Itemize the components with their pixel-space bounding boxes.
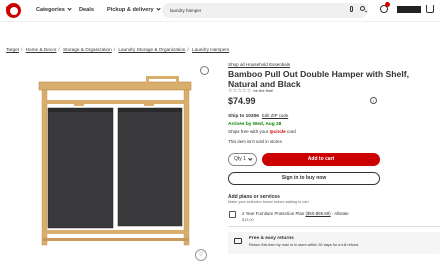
add-to-cart-button[interactable]: Add to cart [262, 153, 380, 166]
ship-to: Ship to 10306 Edit ZIP code [228, 113, 288, 119]
info-icon[interactable]: i [370, 97, 377, 104]
ships-free-text: Ships free with your ◎circle card [228, 129, 296, 135]
notification-badge [385, 2, 390, 7]
hamper-illustration [38, 76, 192, 246]
zoom-icon[interactable] [200, 66, 209, 75]
protection-plan-name[interactable]: 2 Year Furniture Protection Plan ($50-$9… [242, 211, 349, 216]
ship-to-label: Ship to 10306 [228, 114, 259, 119]
ships-free-prefix: Ships free with your [228, 129, 270, 134]
breadcrumb-laundry-hampers[interactable]: Laundry Hampers [192, 47, 229, 52]
search-icon[interactable] [360, 5, 365, 11]
returns-subtitle: Return this item by mail or in store wit… [249, 243, 360, 247]
edit-zip-link[interactable]: Edit ZIP code [262, 113, 288, 118]
breadcrumb-separator: / [21, 47, 23, 52]
plans-subtitle: Make your selection below before adding … [228, 200, 309, 204]
sign-in-to-buy-button[interactable]: Sign in to buy now [228, 172, 380, 185]
quantity-select[interactable]: Qty 1 [228, 153, 257, 166]
account-name-redacted[interactable] [397, 6, 421, 13]
top-header: Categories Deals Pickup & delivery laund… [0, 0, 440, 22]
ships-free-suffix: card [285, 129, 296, 134]
breadcrumb-target[interactable]: Target [6, 47, 19, 52]
plan-name-text: 2 Year Furniture Protection Plan [242, 211, 306, 216]
divider [228, 226, 440, 227]
cart-icon[interactable] [426, 5, 434, 13]
qty-label: Qty 1 [234, 156, 246, 162]
chevron-down-icon [248, 155, 252, 160]
breadcrumb-separator: / [58, 47, 60, 52]
search-value: laundry hamper [170, 7, 202, 13]
shop-all-link[interactable]: Shop all Household Essentials [228, 62, 290, 67]
circle-card-logo: ◎circle [269, 129, 286, 134]
breadcrumb: Target / Home & Decor / Storage & Organiza… [6, 47, 229, 52]
microphone-icon[interactable] [350, 6, 353, 12]
plan-vendor: - Allstate [330, 211, 349, 216]
product-title: Bamboo Pull Out Double Hamper with Shelf… [228, 69, 409, 89]
nav-deals-label: Deals [79, 7, 94, 13]
product-price: $74.99 [228, 96, 256, 106]
not-sold-in-stores: This item isn't sold in stores [228, 139, 282, 144]
reviews-link[interactable]: be the first! [253, 88, 273, 93]
search-input[interactable]: laundry hamper [162, 3, 368, 18]
protection-plan-checkbox[interactable] [229, 211, 236, 218]
breadcrumb-storage[interactable]: Storage & Organization [63, 47, 112, 52]
favorite-heart-icon[interactable]: ♡ [195, 249, 207, 261]
rating-stars-icon: ☆☆☆☆☆ [228, 88, 252, 94]
nav-categories[interactable]: Categories [36, 6, 72, 13]
returns-box-icon [234, 238, 242, 244]
product-image[interactable] [6, 60, 216, 263]
chevron-down-icon [67, 6, 72, 11]
arrival-date: Arrives by Wed, Aug 28 [228, 122, 282, 127]
nav-pickup-label: Pickup & delivery [107, 7, 154, 13]
nav-deals[interactable]: Deals [79, 7, 94, 13]
returns-title: Free & easy returns [249, 236, 294, 241]
plan-cost: $13.00 [242, 218, 254, 222]
chevron-down-icon [156, 6, 161, 11]
rating-row[interactable]: ☆☆☆☆☆ be the first! [228, 88, 273, 94]
breadcrumb-laundry-storage[interactable]: Laundry Storage & Organization [118, 47, 185, 52]
nav-pickup-delivery[interactable]: Pickup & delivery [107, 6, 161, 13]
plan-price-range[interactable]: ($50-$99.99) [305, 211, 330, 216]
breadcrumb-home-decor[interactable]: Home & Decor [26, 47, 57, 52]
target-logo-dot [5, 5, 10, 10]
breadcrumb-separator: / [187, 47, 189, 52]
nav-categories-label: Categories [36, 7, 65, 13]
breadcrumb-separator: / [113, 47, 116, 52]
